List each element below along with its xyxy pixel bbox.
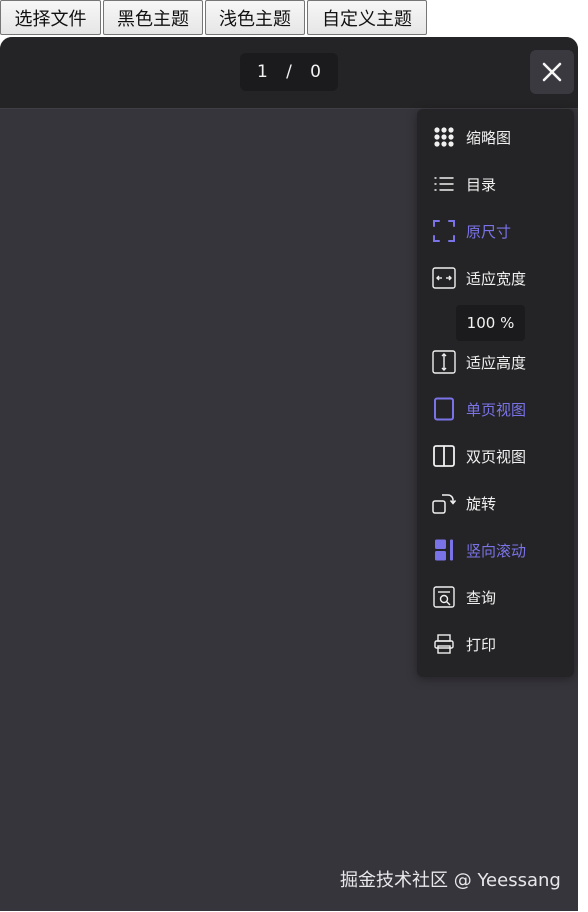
viewer-header: 1 / 0 <box>0 37 578 109</box>
menu-item-label: 适应宽度 <box>466 269 527 288</box>
menu-item-rotate[interactable]: 旋转 <box>417 483 574 523</box>
menu-item-label: 原尺寸 <box>466 222 512 241</box>
menu-item-label: 竖向滚动 <box>466 541 527 560</box>
original-size-icon <box>432 219 456 243</box>
menu-item-label: 查询 <box>466 588 497 607</box>
menu-item-label: 适应高度 <box>466 353 527 372</box>
menu-item-single-page[interactable]: 单页视图 <box>417 389 574 429</box>
menu-item-label: 目录 <box>466 175 497 194</box>
menu-item-label: 单页视图 <box>466 400 527 419</box>
grid-icon <box>432 125 456 149</box>
menu-item-print[interactable]: 打印 <box>417 624 574 664</box>
rotate-icon <box>432 491 456 515</box>
search-icon <box>432 585 456 609</box>
menu-item-vertical-scroll[interactable]: 竖向滚动 <box>417 530 574 570</box>
menu-item-fit-width[interactable]: 适应宽度 <box>417 258 574 298</box>
menu-item-label: 打印 <box>466 635 497 654</box>
close-button[interactable] <box>530 50 574 94</box>
menu-item-thumbnails[interactable]: 缩略图 <box>417 117 574 157</box>
list-icon <box>432 172 456 196</box>
vertical-scroll-icon <box>432 538 456 562</box>
menu-item-label: 旋转 <box>466 494 497 513</box>
double-page-icon <box>432 444 456 468</box>
zoom-level-display[interactable]: 100 % <box>456 305 525 341</box>
menu-item-search[interactable]: 查询 <box>417 577 574 617</box>
menu-item-label: 双页视图 <box>466 447 527 466</box>
pdf-viewer: 1 / 0 缩略图 目录 原尺寸 适应宽度 100 % 适应高度 单页视图 双页… <box>0 37 578 911</box>
single-page-icon <box>432 397 456 421</box>
menu-item-original-size[interactable]: 原尺寸 <box>417 211 574 251</box>
total-pages: 0 <box>310 62 321 82</box>
current-page: 1 <box>257 62 268 82</box>
close-icon <box>542 62 562 82</box>
page-separator: / <box>286 62 292 82</box>
menu-item-label: 缩略图 <box>466 128 512 147</box>
menu-item-double-page[interactable]: 双页视图 <box>417 436 574 476</box>
menu-item-fit-height[interactable]: 适应高度 <box>417 342 574 382</box>
top-button-bar: 选择文件 黑色主题 浅色主题 自定义主题 <box>0 0 427 35</box>
custom-theme-button[interactable]: 自定义主题 <box>307 0 427 35</box>
fit-width-icon <box>432 266 456 290</box>
fit-height-icon <box>432 350 456 374</box>
view-options-menu: 缩略图 目录 原尺寸 适应宽度 100 % 适应高度 单页视图 双页视图 旋转 … <box>417 109 574 677</box>
light-theme-button[interactable]: 浅色主题 <box>205 0 305 35</box>
dark-theme-button[interactable]: 黑色主题 <box>103 0 203 35</box>
watermark-text: 掘金技术社区 @ Yeessang <box>340 870 561 891</box>
menu-item-outline[interactable]: 目录 <box>417 164 574 204</box>
page-indicator[interactable]: 1 / 0 <box>240 53 338 91</box>
select-file-button[interactable]: 选择文件 <box>0 0 101 35</box>
print-icon <box>432 632 456 656</box>
